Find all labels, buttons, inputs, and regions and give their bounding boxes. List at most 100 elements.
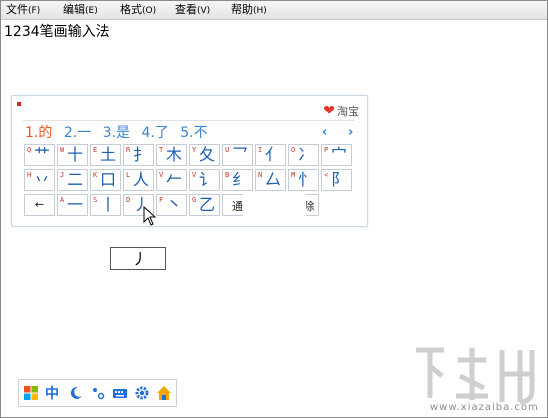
key-letter: H [27, 171, 32, 179]
key-stroke: 冫 [298, 145, 315, 164]
key-letter: W [60, 146, 65, 154]
ime-key[interactable]: M忄 [288, 169, 319, 191]
menu-view[interactable]: 查看(V) [175, 3, 210, 18]
menu-format[interactable]: 格式(O) [120, 3, 156, 18]
key-stroke: 纟 [232, 170, 249, 189]
punctuation-icon[interactable] [90, 385, 106, 401]
prev-page-icon[interactable]: ‹ [322, 125, 327, 140]
key-letter: O [291, 146, 296, 154]
ime-key[interactable]: O冫 [288, 144, 319, 166]
ime-key[interactable]: P宀 [321, 144, 352, 166]
ime-key[interactable]: Y夂 [189, 144, 220, 166]
ime-key[interactable]: V𠂉 [156, 169, 187, 191]
key-letter: I [258, 146, 263, 154]
document-text[interactable]: 1234笔画输入法 [4, 23, 110, 41]
composition-window: 丿 [110, 247, 166, 270]
candidate-5[interactable]: 5.不 [180, 125, 207, 141]
candidate-list: 1.的 2.一 3.是 4.了 5.不 [25, 124, 215, 142]
key-stroke: 人 [133, 170, 150, 189]
ime-key[interactable]: J二 [57, 169, 88, 191]
key-letter: K [93, 171, 98, 179]
key-stroke: 丨 [100, 195, 117, 214]
key-letter: B [225, 171, 230, 179]
moon-icon[interactable] [68, 385, 84, 401]
key-letter: S [93, 196, 98, 204]
key-letter: V [192, 171, 197, 179]
heart-icon: ❤ [323, 103, 335, 119]
key-letter: D [126, 196, 131, 204]
key-stroke: 宀 [331, 145, 348, 164]
candidate-4[interactable]: 4.了 [141, 125, 168, 141]
key-letter: V [159, 171, 164, 179]
ime-key[interactable]: I亻 [255, 144, 286, 166]
key-letter: M [291, 171, 296, 179]
ime-key[interactable]: S丨 [90, 194, 121, 216]
chinese-mode-icon[interactable]: 中 [45, 383, 61, 402]
key-stroke: 讠 [199, 170, 216, 189]
key-letter: < [324, 171, 329, 179]
key-letter: E [93, 146, 98, 154]
windows-logo-icon[interactable] [23, 385, 39, 401]
key-stroke: 扌 [133, 145, 150, 164]
ime-key[interactable]: K口 [90, 169, 121, 191]
ime-key[interactable]: A一 [57, 194, 88, 216]
key-stroke: 乛 [232, 145, 249, 164]
key-function-label: ← [34, 198, 45, 211]
ime-key[interactable]: W十 [57, 144, 88, 166]
key-letter: G [192, 196, 197, 204]
key-letter: P [324, 146, 329, 154]
taobao-link[interactable]: ❤ 淘宝 [323, 103, 359, 119]
menu-file[interactable]: 文件(F) [6, 3, 40, 18]
composition-text: 丿 [132, 250, 148, 268]
candidate-2[interactable]: 2.一 [64, 125, 91, 141]
key-stroke: 木 [166, 145, 183, 164]
ime-key[interactable]: U乛 [222, 144, 253, 166]
ime-key[interactable]: H丷 [24, 169, 55, 191]
key-letter: U [225, 146, 230, 154]
key-letter: T [159, 146, 164, 154]
key-stroke: 𠂉 [166, 170, 183, 189]
candidate-1[interactable]: 1.的 [25, 125, 52, 141]
key-stroke: 土 [100, 145, 117, 164]
key-letter: J [60, 171, 65, 179]
ime-key[interactable]: F丶 [156, 194, 187, 216]
ime-key[interactable]: R扌 [123, 144, 154, 166]
key-letter: Q [27, 146, 32, 154]
key-stroke: 亻 [265, 145, 282, 164]
ime-key[interactable]: V讠 [189, 169, 220, 191]
overlay-blank [243, 191, 306, 225]
keyboard-icon[interactable] [112, 385, 128, 401]
key-stroke: 口 [100, 170, 117, 189]
key-stroke: 夂 [199, 145, 216, 164]
candidate-3[interactable]: 3.是 [103, 125, 130, 141]
ime-key[interactable]: < 阝 [321, 169, 352, 191]
key-stroke: 丶 [166, 195, 183, 214]
gear-icon[interactable] [134, 385, 150, 401]
divider [23, 120, 355, 121]
home-icon[interactable] [156, 385, 172, 401]
key-stroke: 十 [67, 145, 84, 164]
ime-key[interactable]: ← [24, 194, 55, 216]
key-stroke: 阝 [331, 170, 348, 189]
ime-key[interactable]: T木 [156, 144, 187, 166]
ime-key[interactable]: B纟 [222, 169, 253, 191]
ime-key[interactable]: L人 [123, 169, 154, 191]
ime-key[interactable]: N厶 [255, 169, 286, 191]
key-letter: A [60, 196, 65, 204]
key-letter: L [126, 171, 131, 179]
menu-bar: 文件(F) 编辑(E) 格式(O) 查看(V) 帮助(H) [1, 1, 547, 20]
key-letter: F [159, 196, 164, 204]
ime-key[interactable]: G乙 [189, 194, 220, 216]
mouse-cursor-icon [143, 206, 157, 226]
menu-help[interactable]: 帮助(H) [231, 3, 267, 18]
menu-edit[interactable]: 编辑(E) [63, 3, 98, 18]
ime-status-bar: 中 [18, 379, 177, 407]
ime-drag-handle-icon[interactable] [17, 102, 21, 106]
ime-key[interactable]: E土 [90, 144, 121, 166]
key-stroke: 丷 [34, 170, 51, 189]
next-page-icon[interactable]: › [348, 125, 353, 140]
key-stroke: 一 [67, 195, 84, 214]
key-letter: N [258, 171, 263, 179]
key-stroke: 艹 [34, 145, 51, 164]
ime-key[interactable]: Q艹 [24, 144, 55, 166]
